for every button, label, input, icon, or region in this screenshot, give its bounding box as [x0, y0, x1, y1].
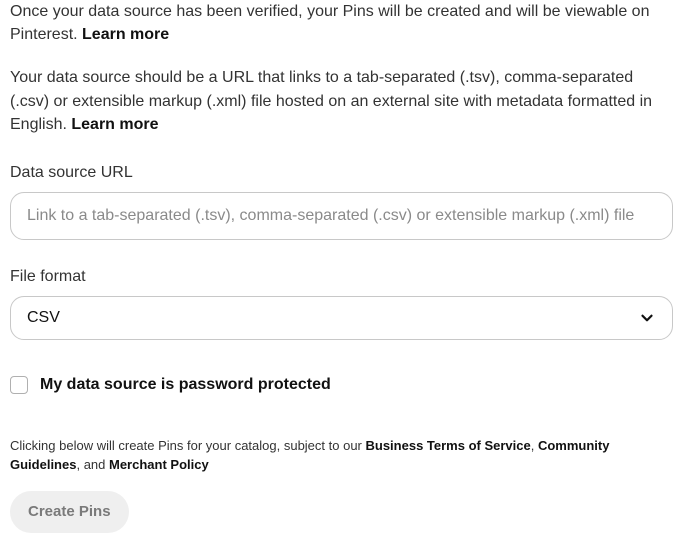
- file-format-select[interactable]: CSV: [10, 296, 673, 340]
- data-source-url-label: Data source URL: [10, 164, 673, 182]
- legal-pre: Clicking below will create Pins for your…: [10, 438, 366, 453]
- legal-text: Clicking below will create Pins for your…: [10, 436, 673, 475]
- merchant-policy-link[interactable]: Merchant Policy: [109, 457, 209, 472]
- learn-more-link-2[interactable]: Learn more: [71, 116, 158, 133]
- learn-more-link-1[interactable]: Learn more: [82, 26, 169, 43]
- legal-comma1: ,: [531, 438, 538, 453]
- create-pins-button[interactable]: Create Pins: [10, 491, 129, 533]
- password-protected-label[interactable]: My data source is password protected: [40, 376, 331, 394]
- intro-paragraph-1: Once your data source has been verified,…: [10, 0, 673, 46]
- file-format-label: File format: [10, 268, 673, 286]
- password-protected-row: My data source is password protected: [10, 376, 673, 394]
- legal-and: , and: [76, 457, 109, 472]
- file-format-selected-value: CSV: [27, 309, 60, 327]
- chevron-down-icon: [638, 309, 656, 327]
- intro-paragraph-2: Your data source should be a URL that li…: [10, 66, 673, 136]
- password-protected-checkbox[interactable]: [10, 376, 28, 394]
- data-source-url-input[interactable]: [10, 192, 673, 240]
- business-tos-link[interactable]: Business Terms of Service: [366, 438, 531, 453]
